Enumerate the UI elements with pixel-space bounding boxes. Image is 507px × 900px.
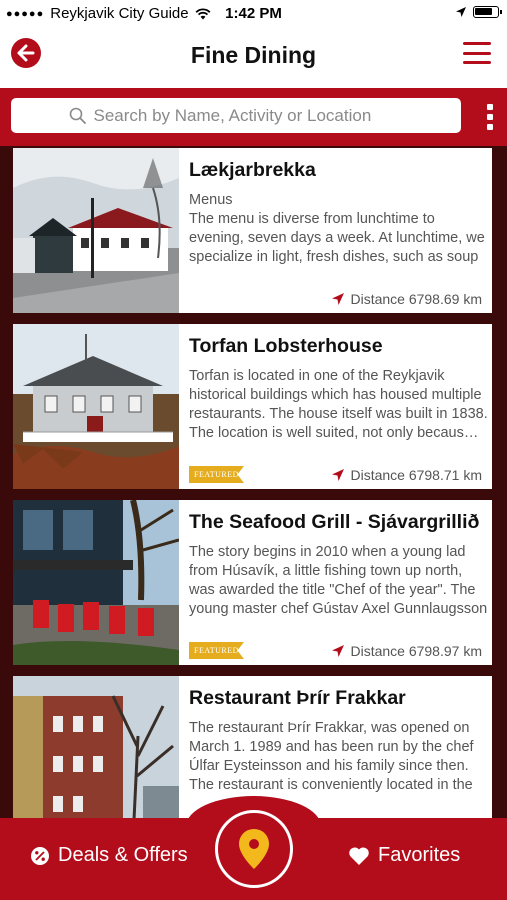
menu-line <box>463 42 491 45</box>
more-options-icon[interactable] <box>486 104 494 130</box>
favorites-tab[interactable]: Favorites <box>348 844 460 867</box>
distance-label: Distance 6798.69 km <box>331 291 482 307</box>
battery-level <box>475 8 492 15</box>
dot <box>487 114 493 120</box>
distance-label: Distance 6798.97 km <box>331 643 482 659</box>
restaurant-name: Torfan Lobsterhouse <box>189 335 383 357</box>
search-box[interactable] <box>11 98 461 133</box>
map-pin-icon <box>239 829 269 869</box>
menu-line <box>463 51 491 55</box>
deals-offers-tab[interactable]: Deals & Offers <box>30 844 188 867</box>
status-bar: ●●●●● Reykjavik City Guide 1:42 PM <box>0 0 507 28</box>
dot <box>487 104 493 110</box>
restaurant-description: The story begins in 2010 when a young la… <box>189 543 488 619</box>
distance-value: Distance 6798.71 km <box>350 467 482 483</box>
restaurant-photo <box>13 500 179 665</box>
battery-icon <box>473 6 502 18</box>
restaurant-name: The Seafood Grill - Sjávargrillið <box>189 511 480 533</box>
restaurant-description: The restaurant Þrír Frakkar, was opened … <box>189 719 488 795</box>
navigation-arrow-icon <box>332 645 345 657</box>
description-text: Torfan is located in one of the Reykjavi… <box>189 368 488 441</box>
restaurant-name: Restaurant Þrír Frakkar <box>189 687 406 709</box>
description-text: The menu is diverse from lunchtime to ev… <box>189 211 485 265</box>
favorites-label: Favorites <box>378 844 461 866</box>
hamburger-menu-icon[interactable] <box>463 42 491 64</box>
bottom-tab-bar: Deals & Offers Favorites <box>0 796 507 900</box>
list-item[interactable]: Torfan Lobsterhouse Torfan is located in… <box>13 324 492 489</box>
restaurant-photo <box>13 324 179 489</box>
map-button[interactable] <box>215 810 293 888</box>
featured-badge: FEATURED <box>189 642 244 659</box>
navigation-arrow-icon <box>332 293 345 305</box>
deals-offers-label: Deals & Offers <box>58 844 188 866</box>
restaurant-list[interactable]: Lækjarbrekka Menus The menu is diverse f… <box>0 146 507 818</box>
restaurant-description: Menus The menu is diverse from lunchtime… <box>189 191 488 267</box>
location-arrow-icon <box>456 7 466 17</box>
description-text: The restaurant Þrír Frakkar, was opened … <box>189 720 474 793</box>
restaurant-category: Menus <box>189 192 233 208</box>
menu-line <box>463 61 491 64</box>
restaurant-photo <box>13 148 179 313</box>
restaurant-name: Lækjarbrekka <box>189 159 316 181</box>
distance-value: Distance 6798.69 km <box>350 291 482 307</box>
page-title: Fine Dining <box>190 42 317 68</box>
distance-value: Distance 6798.97 km <box>350 643 482 659</box>
nav-bar: Fine Dining <box>0 28 507 88</box>
navigation-arrow-icon <box>332 469 345 481</box>
card-body: Torfan Lobsterhouse Torfan is located in… <box>189 324 488 489</box>
dot <box>487 124 493 130</box>
heart-icon <box>349 846 369 865</box>
distance-label: Distance 6798.71 km <box>331 467 482 483</box>
search-bar-area <box>0 88 507 146</box>
featured-badge: FEATURED <box>189 466 244 483</box>
card-body: The Seafood Grill - Sjávargrillið The st… <box>189 500 488 665</box>
card-body: Lækjarbrekka Menus The menu is diverse f… <box>189 148 488 313</box>
list-item[interactable]: The Seafood Grill - Sjávargrillið The st… <box>13 500 492 665</box>
search-icon <box>69 107 86 124</box>
description-text: The story begins in 2010 when a young la… <box>189 544 488 617</box>
restaurant-photo <box>13 676 179 818</box>
status-right <box>455 6 502 18</box>
list-item[interactable]: Lækjarbrekka Menus The menu is diverse f… <box>13 148 492 313</box>
percent-badge-icon <box>31 846 49 865</box>
search-input[interactable] <box>93 105 404 126</box>
status-time: 1:42 PM <box>225 5 282 22</box>
restaurant-description: Torfan is located in one of the Reykjavi… <box>189 367 488 443</box>
